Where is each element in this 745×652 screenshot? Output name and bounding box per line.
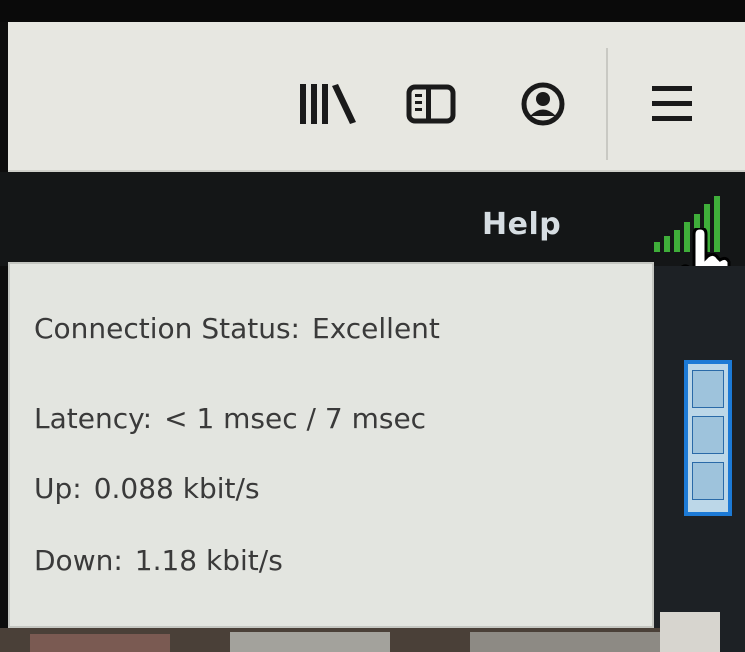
account-icon[interactable] [515, 74, 571, 134]
library-icon[interactable] [296, 74, 360, 134]
connection-status-line: Connection Status: Excellent [34, 312, 440, 345]
upload-rate-value: 0.088 kbit/s [93, 472, 260, 505]
browser-toolbar [8, 22, 745, 172]
connection-status-label: Connection Status: [34, 312, 300, 345]
download-rate-value: 1.18 kbit/s [134, 544, 283, 577]
latency-label: Latency: [34, 402, 153, 435]
download-rate-label: Down: [34, 544, 123, 577]
layout-thumbnail[interactable] [684, 360, 732, 516]
background-block [470, 632, 660, 652]
toolbar-separator [606, 48, 608, 160]
background-content-strip [0, 628, 660, 652]
app-header-bar [0, 172, 745, 266]
photo-top-edge [0, 0, 745, 22]
latency-line: Latency: < 1 msec / 7 msec [34, 402, 426, 435]
background-thumbnail [660, 612, 720, 652]
latency-value: < 1 msec / 7 msec [164, 402, 427, 435]
thumbnail-row [692, 370, 724, 408]
thumbnail-row [692, 416, 724, 454]
thumbnail-row [692, 462, 724, 500]
upload-rate-label: Up: [34, 472, 82, 505]
connection-status-value: Excellent [312, 312, 440, 345]
sidebar-icon[interactable] [403, 74, 459, 134]
background-block [30, 634, 170, 652]
download-rate-line: Down: 1.18 kbit/s [34, 544, 283, 577]
upload-rate-line: Up: 0.088 kbit/s [34, 472, 260, 505]
help-link[interactable]: Help [482, 207, 561, 242]
menu-icon[interactable] [640, 74, 704, 134]
background-block [230, 632, 390, 652]
connection-status-tooltip: Connection Status: Excellent Latency: < 1 … [8, 262, 654, 628]
